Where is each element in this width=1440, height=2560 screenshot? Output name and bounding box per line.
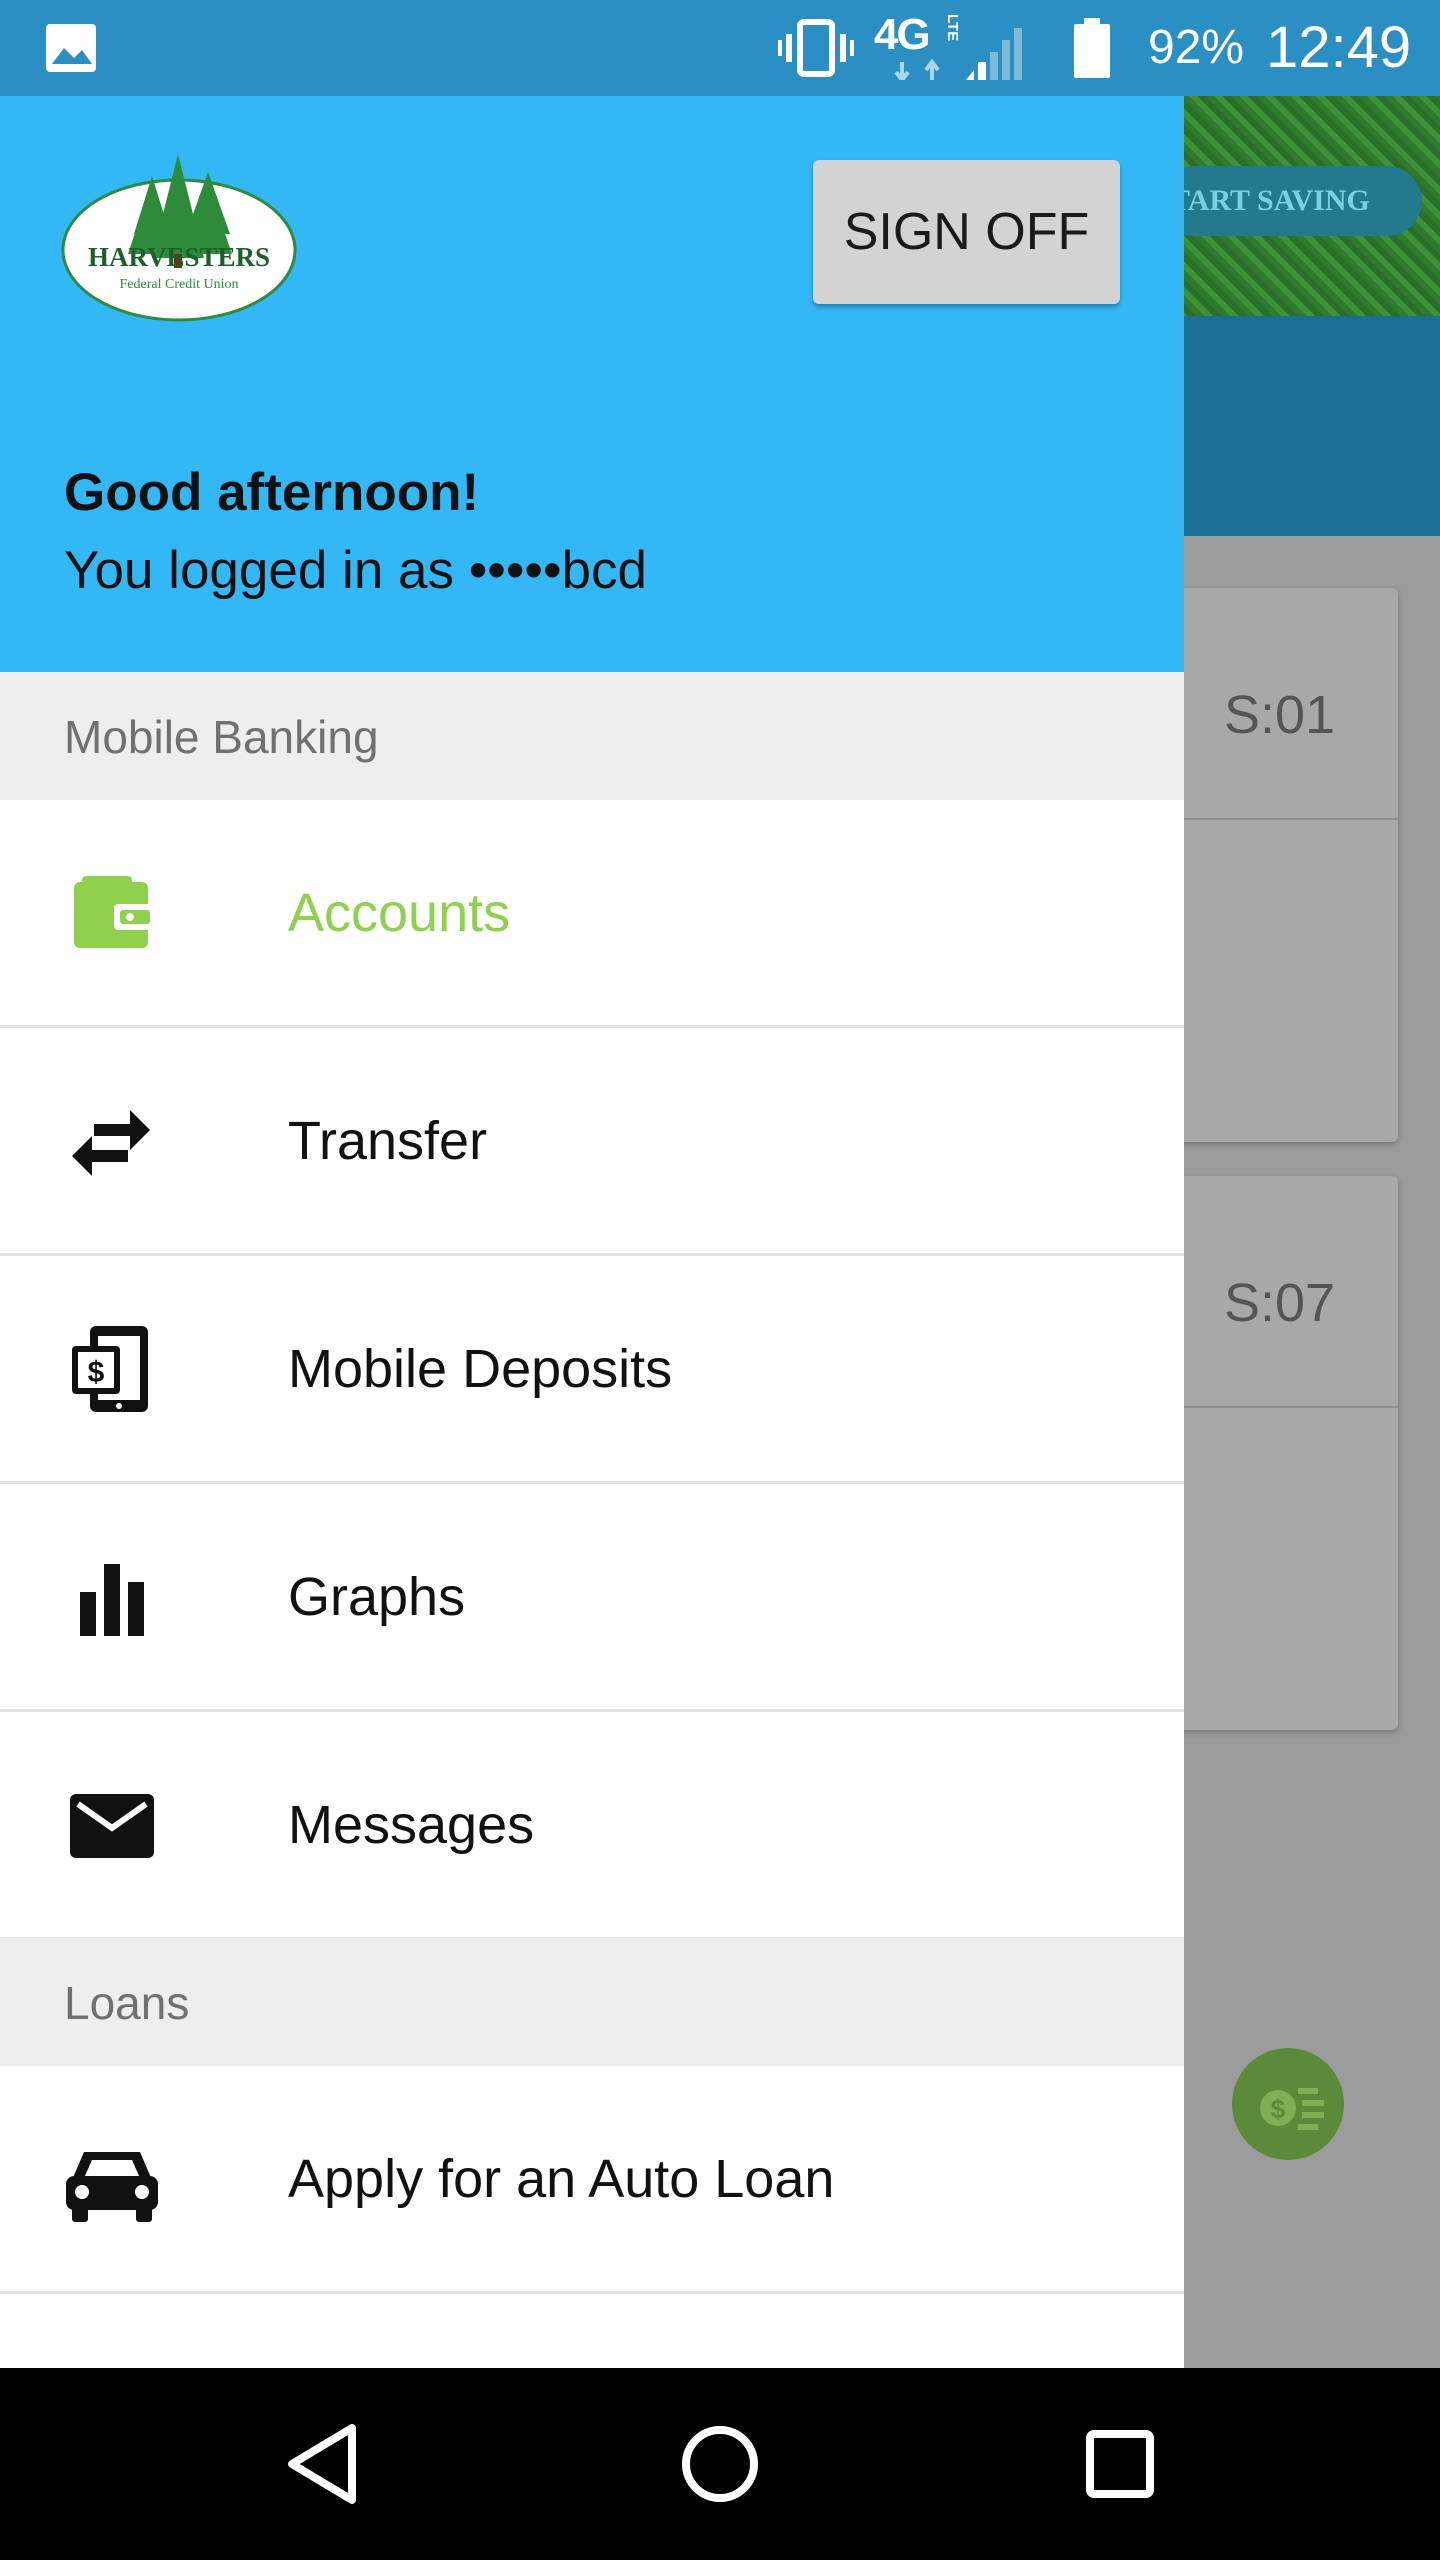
logo-name: HARVESTERS bbox=[88, 242, 270, 272]
clock: 12:49 bbox=[1266, 15, 1412, 80]
account-card[interactable]: S:07 bbox=[1168, 1176, 1398, 1730]
logged-in-as-text: You logged in as •••••bcd bbox=[64, 541, 647, 600]
system-nav-bar bbox=[0, 2368, 1440, 2560]
menu-item-label: Mobile Deposits bbox=[288, 1339, 673, 1399]
envelope-icon bbox=[70, 1794, 154, 1858]
account-card[interactable]: S:01 bbox=[1168, 588, 1398, 1142]
bar-chart-icon bbox=[80, 1564, 144, 1636]
menu-item-label: Transfer bbox=[288, 1111, 488, 1171]
logo-subtitle: Federal Credit Union bbox=[120, 277, 239, 292]
navigation-drawer: HARVESTERS Federal Credit Union SIGN OFF… bbox=[0, 96, 1184, 2368]
svg-text:$: $ bbox=[88, 1356, 105, 1389]
section-header-mobile-banking: Mobile Banking bbox=[0, 672, 1184, 800]
menu-item-label: Apply for an Auto Loan bbox=[288, 2149, 835, 2209]
vibrate-icon bbox=[778, 19, 854, 77]
status-bar: 4G LTE 92% 12:49 bbox=[0, 0, 1440, 96]
network-type: 4G bbox=[874, 10, 931, 59]
car-icon bbox=[66, 2152, 158, 2222]
menu-item-messages[interactable]: Messages bbox=[0, 1712, 1184, 1940]
harvesters-logo: HARVESTERS Federal Credit Union bbox=[61, 154, 297, 322]
battery-percent: 92% bbox=[1148, 21, 1245, 74]
menu-item-label: Messages bbox=[288, 1795, 535, 1855]
greeting-text: Good afternoon! bbox=[64, 463, 480, 522]
image-icon bbox=[46, 24, 96, 72]
network-subtype: LTE bbox=[944, 14, 961, 42]
menu-item-graphs[interactable]: Graphs bbox=[0, 1484, 1184, 1712]
menu-item-label: Accounts bbox=[288, 883, 511, 943]
account-code: S:07 bbox=[1224, 1273, 1336, 1333]
menu-item-mobile-deposits[interactable]: $ Mobile Deposits bbox=[0, 1256, 1184, 1484]
sign-off-button[interactable]: SIGN OFF bbox=[813, 160, 1120, 304]
svg-text:$: $ bbox=[1271, 2094, 1286, 2124]
menu-item-label: Graphs bbox=[288, 1567, 466, 1627]
signal-icon bbox=[966, 28, 1022, 80]
menu-item-next[interactable] bbox=[0, 2294, 1184, 2368]
menu-item-auto-loan[interactable]: Apply for an Auto Loan bbox=[0, 2066, 1184, 2294]
drawer-header: HARVESTERS Federal Credit Union SIGN OFF… bbox=[0, 96, 1184, 672]
recents-icon[interactable] bbox=[1040, 2368, 1200, 2560]
start-saving-button[interactable]: TART SAVING bbox=[1160, 166, 1422, 236]
section-title: Loans bbox=[64, 1977, 190, 2029]
menu-item-accounts[interactable]: Accounts bbox=[0, 800, 1184, 1028]
account-code: S:01 bbox=[1224, 685, 1336, 745]
back-icon[interactable] bbox=[240, 2368, 400, 2560]
dollar-coins-icon[interactable]: $ bbox=[1232, 2048, 1344, 2160]
wallet-icon bbox=[74, 876, 154, 948]
section-header-loans: Loans bbox=[0, 1938, 1184, 2066]
data-arrows-icon bbox=[894, 58, 940, 80]
battery-icon bbox=[1074, 18, 1110, 78]
home-icon[interactable] bbox=[640, 2368, 800, 2560]
menu-item-transfer[interactable]: Transfer bbox=[0, 1028, 1184, 1256]
section-title: Mobile Banking bbox=[64, 711, 379, 763]
swap-arrows-icon bbox=[72, 1110, 150, 1176]
mobile-deposit-icon: $ bbox=[72, 1326, 148, 1412]
